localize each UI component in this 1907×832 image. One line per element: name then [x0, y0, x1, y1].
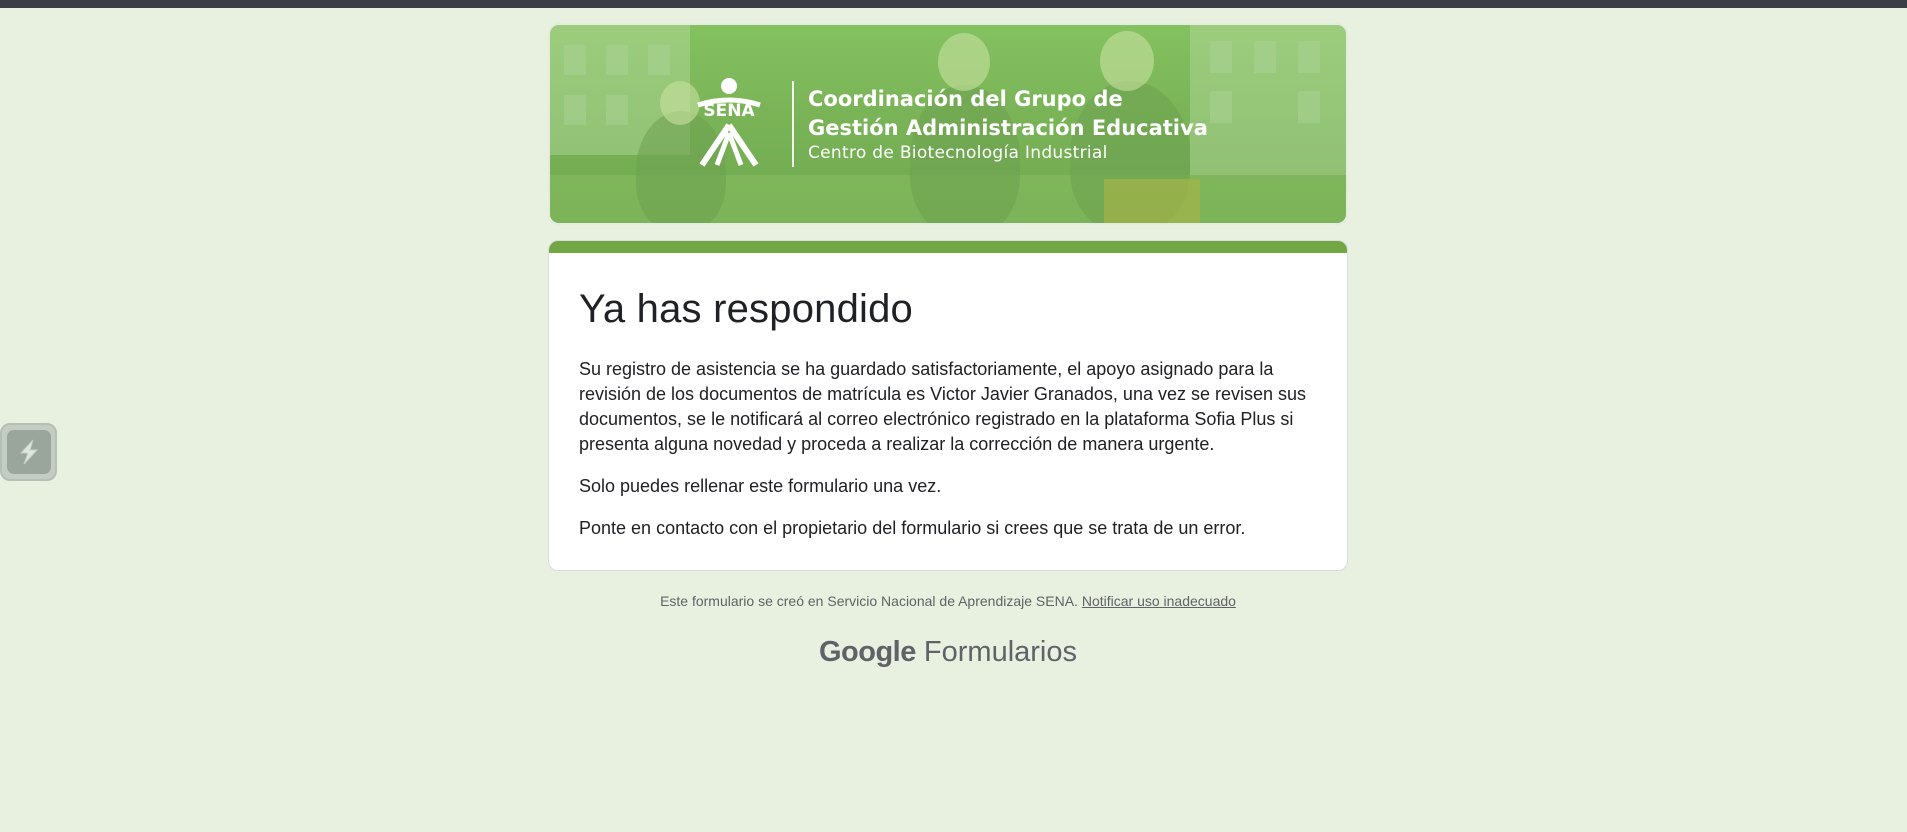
- browser-top-bar: [0, 0, 1907, 8]
- card-body: Su registro de asistencia se ha guardado…: [579, 357, 1319, 558]
- footer-created-text: Este formulario se creó en Servicio Naci…: [660, 593, 1078, 609]
- once-only-note: Solo puedes rellenar este formulario una…: [579, 476, 942, 496]
- report-abuse-link[interactable]: Notificar uso inadecuado: [1082, 593, 1236, 609]
- google-forms-brand[interactable]: Google Formularios: [548, 636, 1348, 669]
- banner-title-line2: Gestión Administración Educativa: [808, 116, 1208, 140]
- banner-title-line1: Coordinación del Grupo de: [808, 87, 1123, 111]
- response-card: Ya has respondido Su registro de asisten…: [548, 240, 1348, 571]
- banner-subtitle: Centro de Biotecnología Industrial: [808, 143, 1108, 163]
- contact-owner-note: Ponte en contacto con el propietario del…: [579, 518, 1246, 538]
- sena-logo: SENA: [684, 77, 784, 169]
- form-header-banner: SENA Coordinación del Grupo de Gestión A…: [548, 23, 1348, 225]
- brand-forms-text: Formularios: [923, 636, 1078, 668]
- extension-lightning-icon: [6, 430, 51, 474]
- card-title: Ya has respondido: [579, 287, 914, 331]
- banner-image: SENA Coordinación del Grupo de Gestión A…: [550, 25, 1346, 223]
- brand-google-text: Google: [818, 636, 916, 668]
- card-accent-bar: [549, 241, 1347, 253]
- sena-logo-text: SENA: [703, 101, 755, 121]
- banner-title: Coordinación del Grupo de Gestión Admini…: [808, 85, 1228, 143]
- confirmation-message: Su registro de asistencia se ha guardado…: [579, 359, 1307, 454]
- floating-extension-button[interactable]: [0, 423, 57, 481]
- banner-divider: [792, 81, 794, 167]
- footer-note: Este formulario se creó en Servicio Naci…: [548, 593, 1348, 609]
